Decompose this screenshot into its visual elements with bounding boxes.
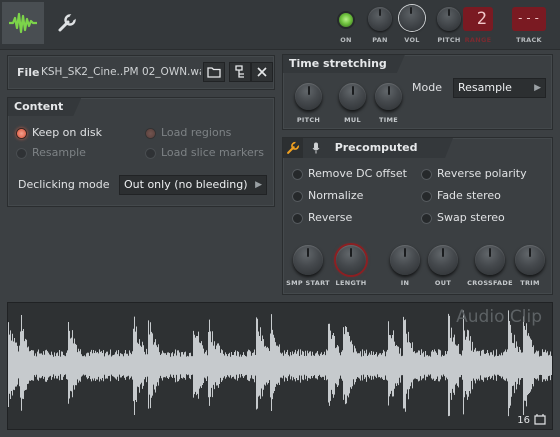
content-panel: Content Keep on disk Load regions Resamp… xyxy=(7,97,275,207)
chevron-right-icon: ▶ xyxy=(534,83,541,93)
waveform-count: 16 xyxy=(517,415,530,426)
pitch-label: PITCH xyxy=(437,36,461,44)
swap-stereo-label: Swap stereo xyxy=(437,211,505,224)
declicking-mode-value: Out only (no bleeding) xyxy=(124,178,248,191)
resample-radio[interactable] xyxy=(16,148,27,159)
crossfade-knob[interactable] xyxy=(475,245,505,275)
normalize-radio[interactable] xyxy=(292,191,303,202)
waveform-display[interactable]: Audio Clip 16 xyxy=(7,302,553,430)
load-regions-radio[interactable] xyxy=(145,128,156,139)
load-slice-markers-radio[interactable] xyxy=(145,148,156,159)
pan-label: PAN xyxy=(372,36,388,44)
stretch-mul-knob[interactable] xyxy=(339,83,366,110)
snap-icon[interactable] xyxy=(534,413,546,425)
waveform-tab-button[interactable] xyxy=(2,2,44,44)
load-slice-markers-label: Load slice markers xyxy=(161,146,265,159)
on-label: ON xyxy=(340,36,352,44)
swap-stereo-radio[interactable] xyxy=(421,213,432,224)
precomputed-effects-panel: Precomputed effects Remove DC offset Rev… xyxy=(282,137,553,295)
stretch-mode-select[interactable]: Resample ▶ xyxy=(453,78,546,98)
track-label: TRACK xyxy=(516,36,542,44)
stretch-mul-label: MUL xyxy=(344,116,361,124)
reverse-polarity-radio[interactable] xyxy=(421,169,432,180)
normalize-label: Normalize xyxy=(308,189,364,202)
stretch-pitch-label: PITCH xyxy=(296,116,321,124)
keep-on-disk-label: Keep on disk xyxy=(32,126,103,139)
fade-out-label: OUT xyxy=(434,279,452,287)
reverse-polarity-label: Reverse polarity xyxy=(437,167,527,180)
remove-dc-offset-radio[interactable] xyxy=(292,169,303,180)
settings-tab-button[interactable] xyxy=(46,2,88,44)
fade-in-knob[interactable] xyxy=(390,245,420,275)
close-icon xyxy=(257,67,267,77)
stretch-time-knob[interactable] xyxy=(375,83,402,110)
range-label: RANGE xyxy=(464,36,492,44)
file-name: KSH_SK2_Cine..PM 02_OWN.wav xyxy=(41,66,201,78)
waveform-title: Audio Clip xyxy=(456,307,542,327)
precomputed-header: Precomputed effects xyxy=(283,138,453,158)
fade-in-label: IN xyxy=(400,279,410,287)
length-knob[interactable] xyxy=(336,245,366,275)
sample-start-label: SMP START xyxy=(286,279,330,287)
declicking-mode-select[interactable]: Out only (no bleeding) ▶ xyxy=(119,175,267,195)
trim-label: TRIM xyxy=(520,279,540,287)
declicking-mode-label: Declicking mode xyxy=(18,178,110,191)
wrench-icon[interactable] xyxy=(283,138,303,158)
sample-start-knob[interactable] xyxy=(293,245,323,275)
mode-label: Mode xyxy=(412,81,442,94)
microphone-icon[interactable] xyxy=(307,138,325,161)
load-regions-label: Load regions xyxy=(161,126,232,139)
wrench-icon xyxy=(58,13,77,32)
pitch-knob[interactable] xyxy=(437,7,461,31)
mixer-track-display[interactable]: --- xyxy=(512,7,546,31)
pitch-range-display[interactable]: 2 xyxy=(463,7,493,31)
vol-label: VOL xyxy=(404,36,420,44)
stretch-time-label: TIME xyxy=(379,116,398,124)
browse-file-button[interactable] xyxy=(203,62,225,82)
chevron-right-icon: ▶ xyxy=(255,180,262,190)
stretch-mode-value: Resample xyxy=(458,81,512,94)
top-toolbar: ON PAN VOL PITCH 2 RANGE --- TRACK xyxy=(0,0,560,50)
trim-knob[interactable] xyxy=(515,245,545,275)
time-stretching-title: Time stretching xyxy=(283,55,405,73)
channel-on-led[interactable] xyxy=(339,13,353,27)
content-title: Content xyxy=(8,98,81,116)
fade-stereo-radio[interactable] xyxy=(421,191,432,202)
locate-file-button[interactable] xyxy=(229,62,251,82)
length-label: LENGTH xyxy=(335,279,367,287)
reverse-label: Reverse xyxy=(308,211,353,224)
stretch-pitch-knob[interactable] xyxy=(295,83,322,110)
fade-stereo-label: Fade stereo xyxy=(437,189,501,202)
crossfade-label: CROSSFADE xyxy=(467,279,513,287)
keep-on-disk-radio[interactable] xyxy=(16,128,27,139)
folder-icon xyxy=(207,67,221,78)
waveform-icon xyxy=(9,12,37,34)
clear-file-button[interactable] xyxy=(251,62,273,82)
pan-knob[interactable] xyxy=(368,7,392,31)
tree-icon xyxy=(235,65,244,78)
volume-knob[interactable] xyxy=(399,5,425,31)
fade-out-knob[interactable] xyxy=(428,245,458,275)
file-label: File xyxy=(17,66,40,79)
reverse-radio[interactable] xyxy=(292,213,303,224)
remove-dc-offset-label: Remove DC offset xyxy=(308,167,407,180)
time-stretching-panel: Time stretching PITCH MUL TIME Mode Resa… xyxy=(282,54,553,130)
resample-label: Resample xyxy=(32,146,86,159)
